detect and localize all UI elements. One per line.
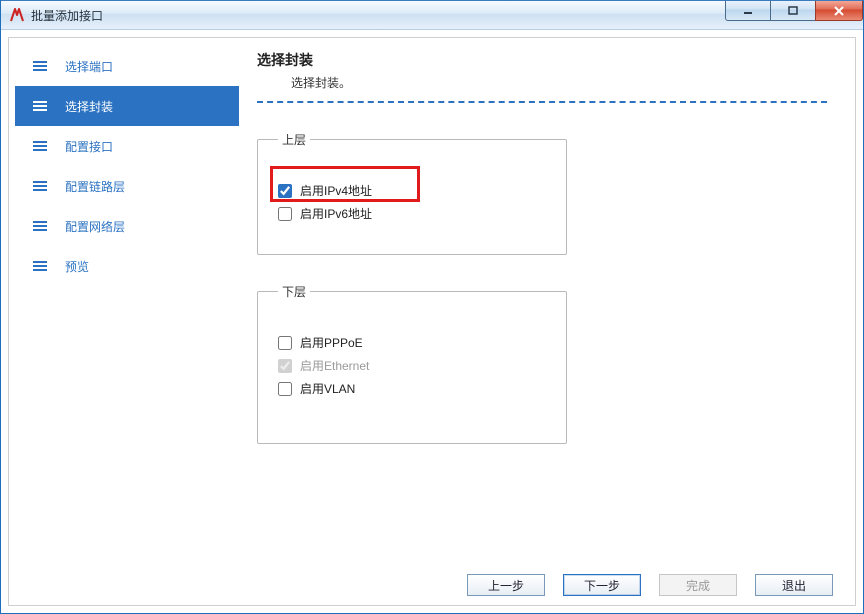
sidebar-item-preview[interactable]: 预览: [15, 246, 239, 286]
sidebar-item-label: 选择封装: [65, 98, 113, 115]
sidebar-item-select-port[interactable]: 选择端口: [15, 46, 239, 86]
sidebar-item-label: 配置链路层: [65, 178, 125, 195]
sidebar-item-config-link[interactable]: 配置链路层: [15, 166, 239, 206]
window-title: 批量添加接口: [31, 7, 103, 24]
checkbox-label: 启用PPPoE: [300, 334, 363, 351]
page-subheading: 选择封装。: [291, 74, 827, 91]
close-icon: [833, 5, 845, 17]
next-button[interactable]: 下一步: [563, 574, 641, 596]
maximize-button[interactable]: [770, 1, 816, 21]
minimize-icon: [742, 5, 754, 17]
sidebar-item-label: 预览: [65, 258, 89, 275]
sidebar-item-label: 配置接口: [65, 138, 113, 155]
main-panel: 选择封装 选择封装。 上层 启用IPv4地址 启用IPv6地址: [239, 38, 855, 565]
checkbox-pppoe-input[interactable]: [278, 336, 292, 350]
hamburger-icon: [33, 181, 47, 191]
checkbox-ethernet-input: [278, 359, 292, 373]
group-upper: 上层 启用IPv4地址 启用IPv6地址: [257, 131, 567, 255]
hamburger-icon: [33, 141, 47, 151]
checkbox-pppoe[interactable]: 启用PPPoE: [278, 334, 546, 351]
checkbox-label: 启用IPv4地址: [300, 182, 372, 199]
body: 选择端口 选择封装 配置接口 配置链路层 配置网络层: [9, 38, 855, 565]
maximize-icon: [787, 5, 799, 17]
checkbox-ipv6[interactable]: 启用IPv6地址: [278, 205, 546, 222]
hamburger-icon: [33, 61, 47, 71]
hamburger-icon: [33, 101, 47, 111]
checkbox-ipv4[interactable]: 启用IPv4地址: [278, 182, 546, 199]
window-controls: [726, 1, 863, 21]
dashed-separator: [257, 101, 827, 103]
footer: 上一步 下一步 完成 退出: [9, 565, 855, 605]
group-upper-legend: 上层: [278, 131, 310, 148]
close-button[interactable]: [815, 1, 863, 21]
checkbox-label: 启用IPv6地址: [300, 205, 372, 222]
back-button[interactable]: 上一步: [467, 574, 545, 596]
sidebar-item-label: 配置网络层: [65, 218, 125, 235]
sidebar: 选择端口 选择封装 配置接口 配置链路层 配置网络层: [9, 38, 239, 565]
checkbox-vlan[interactable]: 启用VLAN: [278, 380, 546, 397]
titlebar: 批量添加接口: [1, 0, 863, 30]
group-lower-legend: 下层: [278, 283, 310, 300]
page-heading: 选择封装: [257, 50, 827, 70]
exit-button[interactable]: 退出: [755, 574, 833, 596]
app-icon: [9, 7, 25, 23]
sidebar-item-select-encap[interactable]: 选择封装: [15, 86, 239, 126]
finish-button: 完成: [659, 574, 737, 596]
checkbox-ipv4-input[interactable]: [278, 184, 292, 198]
sidebar-item-config-network[interactable]: 配置网络层: [15, 206, 239, 246]
group-lower: 下层 启用PPPoE 启用Ethernet 启用VLAN: [257, 283, 567, 444]
checkbox-label: 启用Ethernet: [300, 357, 369, 374]
checkbox-ipv6-input[interactable]: [278, 207, 292, 221]
hamburger-icon: [33, 261, 47, 271]
sidebar-item-config-interface[interactable]: 配置接口: [15, 126, 239, 166]
checkbox-vlan-input[interactable]: [278, 382, 292, 396]
minimize-button[interactable]: [725, 1, 771, 21]
sidebar-item-label: 选择端口: [65, 58, 113, 75]
checkbox-label: 启用VLAN: [300, 380, 355, 397]
window-frame: 批量添加接口 选择端口: [0, 0, 864, 614]
client-area: 选择端口 选择封装 配置接口 配置链路层 配置网络层: [8, 37, 856, 606]
checkbox-ethernet: 启用Ethernet: [278, 357, 546, 374]
hamburger-icon: [33, 221, 47, 231]
